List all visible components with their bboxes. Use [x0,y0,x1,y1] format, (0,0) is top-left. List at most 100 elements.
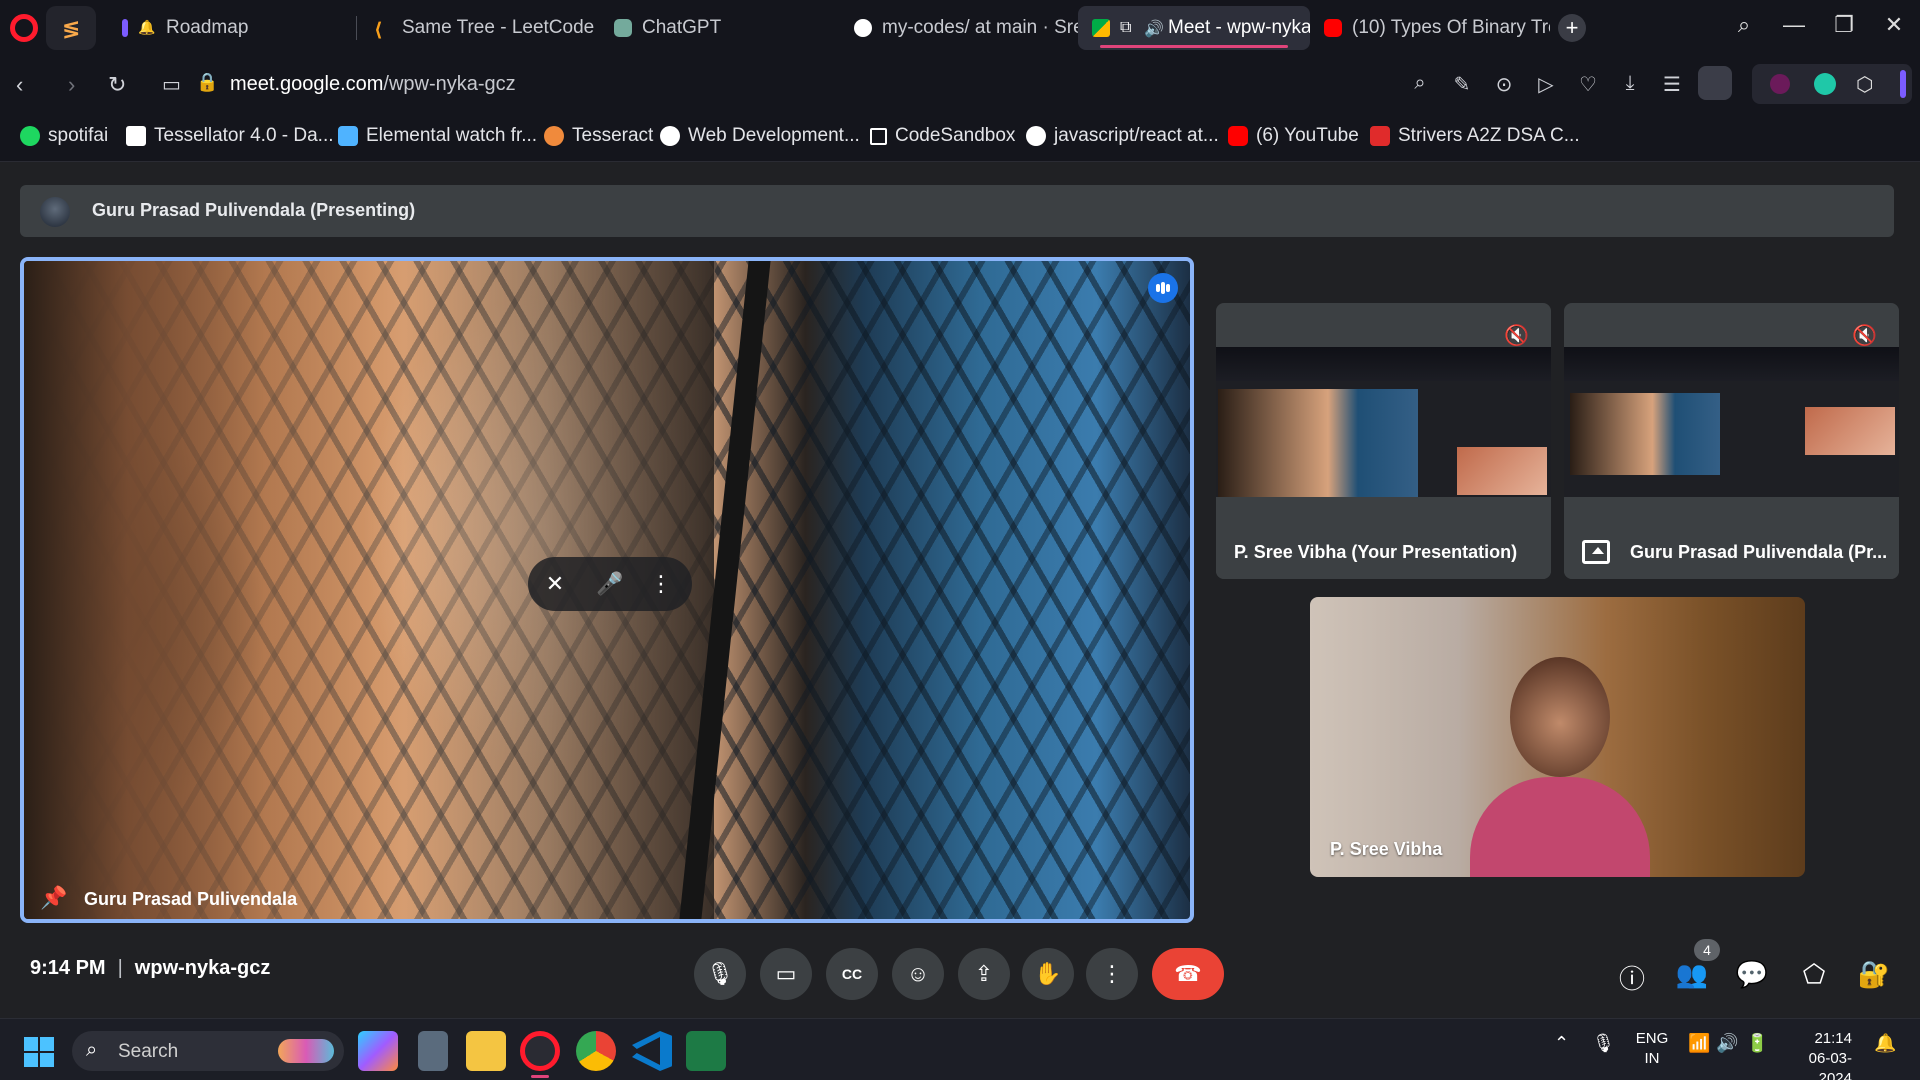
minimize-icon[interactable]: — [1776,12,1812,38]
self-camera-tile[interactable]: P. Sree Vibha [1310,597,1805,877]
camera-permission-icon[interactable]: ▭ [162,72,181,97]
forward-icon[interactable]: › [68,72,75,98]
tessellator-icon [126,126,146,146]
lens-search-icon[interactable]: ⌕ [1408,72,1432,96]
codesandbox-icon [870,127,887,145]
chatgpt-icon [614,19,632,37]
edit-icon[interactable]: ✎ [1450,72,1474,96]
bookmark-label: Tesseract [572,125,654,146]
tab-meet[interactable]: ⧉ 🔊 Meet - wpw-nyka [1078,6,1310,50]
main-video-tile[interactable]: ✕ 🎤 ⋮ 📌 Guru Prasad Pulivendala [20,257,1194,923]
lock-icon[interactable]: 🔒 [196,72,218,93]
opera-logo-icon[interactable] [10,14,38,42]
chat-icon[interactable]: 💬 [1734,959,1770,990]
vscode-icon[interactable] [632,1031,672,1071]
microphone-button[interactable]: 🎙 [694,948,746,1000]
muted-icon: 🔇 [1852,325,1877,347]
microphone-tray-icon[interactable]: 🎙 [1592,1033,1615,1054]
bookmark-youtube[interactable]: (6) YouTube [1228,125,1359,147]
chrome-icon[interactable] [576,1031,616,1071]
bookmark-elemental[interactable]: Elemental watch fr... [338,125,537,147]
leetcode-icon: ⟨ [374,20,383,41]
activities-icon[interactable]: ⬠ [1796,959,1832,990]
notification-bell-icon[interactable]: 🔔 [1874,1033,1896,1054]
reload-icon[interactable]: ↻ [108,72,126,98]
windows-start-icon[interactable] [24,1037,54,1067]
presentation-tile-guru[interactable]: 🔇 Guru Prasad Pulivendala (Pr... [1564,303,1899,579]
language-indicator[interactable]: ENG IN [1630,1029,1674,1069]
address-bar[interactable]: ▭ 🔒 meet.google.com/wpw-nyka-gcz [160,66,1340,102]
bookmark-tesseract[interactable]: Tesseract [544,125,653,147]
tab-leetcode[interactable]: ⟨ Same Tree - LeetCode [360,6,600,50]
bookmark-codesandbox[interactable]: CodeSandbox [870,125,1015,147]
tab-roadmap[interactable]: 🔔 Roadmap [108,6,348,50]
present-button[interactable]: ⇪ [958,948,1010,1000]
hand-icon: ✋ [1034,961,1062,986]
extensions-cube-icon[interactable]: ⬡ [1856,72,1873,97]
new-tab-button[interactable]: + [1558,14,1586,42]
people-icon[interactable]: 👥 [1674,959,1710,990]
send-icon[interactable]: ▷ [1534,72,1558,96]
picture-in-picture-icon[interactable]: ⧉ [1120,19,1138,37]
taskbar-search[interactable]: ⌕ Search [72,1031,344,1071]
copilot-icon[interactable] [358,1031,398,1071]
meeting-details-icon[interactable]: ⓘ [1614,959,1650,996]
leave-call-button[interactable]: ☎ [1152,948,1224,1000]
extension-icon[interactable] [1814,73,1836,95]
extension-icon[interactable] [1770,74,1790,94]
snapshot-icon[interactable]: ⊙ [1492,72,1516,96]
mic-icon[interactable]: 🎤 [596,571,623,597]
host-controls-icon[interactable]: 🔐 [1856,959,1892,990]
calculator-icon[interactable] [418,1031,448,1071]
more-options-button[interactable]: ⋮ [1086,948,1138,1000]
volume-icon[interactable]: 🔊 [1716,1033,1738,1054]
presenting-banner[interactable]: Guru Prasad Pulivendala (Presenting) [20,185,1894,237]
bookmark-javascript-react[interactable]: javascript/react at... [1026,125,1219,147]
language-code: ENG [1635,1030,1669,1047]
bookmark-web-development[interactable]: Web Development... [660,125,860,147]
restore-icon[interactable]: ❐ [1826,12,1862,38]
github-icon [1026,126,1046,146]
heart-icon[interactable]: ♡ [1576,72,1600,96]
show-hidden-icons[interactable]: ⌃ [1554,1033,1569,1054]
taskbar-clock[interactable]: 21:14 06-03-2024 [1780,1029,1852,1080]
tile-label-text: Guru Prasad Pulivendala (Pr... [1630,541,1888,562]
bookmark-strivers[interactable]: Strivers A2Z DSA C... [1370,125,1580,147]
browser-tab-strip: ≶ 🔔 Roadmap ⟨ Same Tree - LeetCode ChatG… [0,0,1920,56]
reactions-button[interactable]: ☺ [892,948,944,1000]
spotify-icon [20,126,40,146]
wifi-icon[interactable]: 📶 [1688,1033,1710,1054]
bookmark-tessellator[interactable]: Tessellator 4.0 - Da... [126,125,334,147]
tesseract-icon [544,126,564,146]
captions-button[interactable]: CC [826,948,878,1000]
close-icon[interactable]: ✕ [1876,12,1912,38]
opera-taskbar-icon[interactable] [520,1031,560,1071]
speaker-icon[interactable]: 🔊 [1144,19,1164,38]
aria-button[interactable]: ≶ [46,6,96,50]
tab-label: Roadmap [166,17,249,38]
tab-label: Same Tree - LeetCode [402,17,595,38]
battery-icon[interactable]: 🔋 [1746,1033,1768,1054]
download-icon[interactable]: ⤓ [1618,72,1642,96]
muted-icon: 🔇 [1504,325,1529,347]
unpin-icon[interactable]: ✕ [542,571,568,597]
back-icon[interactable]: ‹ [16,72,23,98]
tab-github[interactable]: my-codes/ at main · Sre [840,6,1080,50]
call-time: 9:14 PM [30,957,106,979]
tab-chatgpt[interactable]: ChatGPT [600,6,840,50]
tab-label: ChatGPT [642,17,722,38]
profile-icon[interactable] [1698,66,1732,100]
excel-icon[interactable] [686,1031,726,1071]
more-options-icon[interactable]: ⋮ [648,571,674,597]
camera-button[interactable]: ▭ [760,948,812,1000]
emoji-icon: ☺ [906,961,930,986]
url-text: meet.google.com/wpw-nyka-gcz [230,73,516,96]
easy-setup-icon[interactable]: ☰ [1660,72,1684,96]
bookmark-spotifai[interactable]: spotifai [20,125,108,147]
tab-youtube[interactable]: (10) Types Of Binary Tree [1310,6,1550,50]
presentation-tile-self[interactable]: 🔇 P. Sree Vibha (Your Presentation) [1216,303,1551,579]
raise-hand-button[interactable]: ✋ [1022,948,1074,1000]
search-tabs-icon[interactable]: ⌕ [1726,12,1762,38]
aria-icon: ≶ [62,16,81,41]
file-explorer-icon[interactable] [466,1031,506,1071]
